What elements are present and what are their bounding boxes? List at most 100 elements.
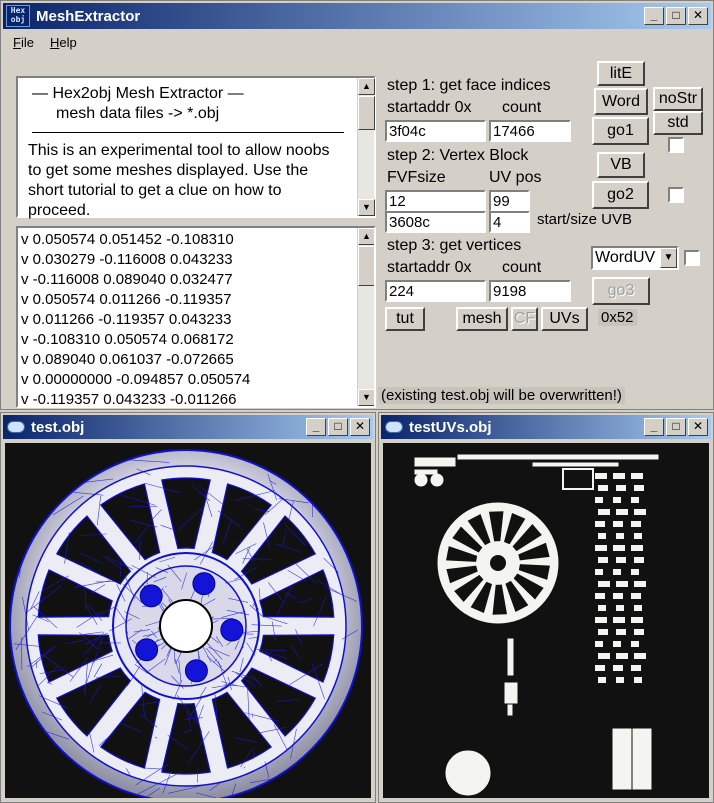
step1-addr-input[interactable]: 3f04c: [385, 120, 486, 142]
vertex-row: v 0.089040 0.061037 -0.072665: [21, 351, 234, 368]
uv-island: [631, 545, 643, 551]
step3-count-label: count: [502, 259, 542, 276]
uv-island: [598, 653, 610, 659]
minimize-button[interactable]: _: [306, 418, 326, 436]
uv-pos-input[interactable]: 99: [489, 190, 530, 212]
lite-button[interactable]: litE: [597, 61, 645, 86]
info-subtitle: mesh data files -> *.obj: [56, 105, 220, 122]
step3-checkbox[interactable]: [684, 250, 700, 266]
go1-button[interactable]: go1: [592, 117, 649, 145]
fvf-size-input[interactable]: 12: [385, 190, 486, 212]
go3-button[interactable]: go3: [592, 277, 650, 305]
vertex-row: v -0.108310 0.050574 0.068172: [21, 331, 234, 348]
uv-viewport[interactable]: [383, 443, 709, 798]
uv-island: [634, 557, 644, 563]
scroll-up-icon[interactable]: ▲: [358, 228, 374, 245]
uv-island: [613, 569, 621, 575]
uv-island: [595, 521, 605, 527]
go2-button[interactable]: go2: [592, 181, 649, 209]
uv-island: [616, 605, 624, 611]
test-uvs-title: testUVs.obj: [409, 418, 492, 436]
uvs-button[interactable]: UVs: [541, 307, 588, 331]
minimize-button[interactable]: _: [644, 7, 664, 25]
maximize-button[interactable]: □: [666, 418, 686, 436]
uv-island: [634, 533, 642, 539]
std-button[interactable]: std: [653, 111, 703, 135]
uv-island: [631, 497, 639, 503]
nostr-button[interactable]: noStr: [653, 87, 703, 111]
scroll-down-icon[interactable]: ▼: [358, 389, 374, 406]
vertex-row: v -0.119357 0.043233 -0.011266: [21, 391, 237, 408]
tut-button[interactable]: tut: [385, 307, 425, 331]
mesh-viewport[interactable]: [5, 443, 371, 803]
maximize-button[interactable]: □: [328, 418, 348, 436]
menu-file[interactable]: File: [13, 35, 34, 50]
uv-island: [634, 629, 644, 635]
uv-island: [613, 497, 621, 503]
info-title: — Hex2obj Mesh Extractor —: [32, 85, 244, 102]
mesh-button[interactable]: mesh: [456, 307, 508, 331]
word-button[interactable]: Word: [594, 88, 648, 115]
vertex-row: v -0.116008 0.089040 0.032477: [21, 271, 233, 288]
vertex-row: v 0.050574 0.051452 -0.108310: [21, 231, 234, 248]
uv-island: [631, 617, 643, 623]
main-titlebar[interactable]: Hex obj MeshExtractor _ □ ✕: [3, 3, 711, 29]
step3-addr-input[interactable]: 224: [385, 280, 486, 302]
uv-island: [613, 521, 623, 527]
vertex-row: v 0.050574 0.011266 -0.119357: [21, 291, 232, 308]
uv-island: [598, 533, 606, 539]
vertex-row: v 0.00000000 -0.094857 0.050574: [21, 371, 251, 388]
chevron-down-icon[interactable]: ▼: [660, 248, 677, 268]
minimize-button[interactable]: _: [644, 418, 664, 436]
step3-count-input[interactable]: 9198: [489, 280, 571, 302]
window-title: MeshExtractor: [36, 7, 141, 25]
uv-island: [613, 641, 621, 647]
close-button[interactable]: ✕: [688, 418, 708, 436]
close-button[interactable]: ✕: [350, 418, 370, 436]
uv-hub: [490, 555, 506, 571]
test-uvs-window: testUVs.obj _ □ ✕: [378, 412, 714, 803]
scroll-thumb[interactable]: [358, 96, 375, 130]
test-uvs-titlebar[interactable]: testUVs.obj _ □ ✕: [381, 415, 711, 439]
app-icon: Hex obj: [6, 5, 30, 27]
info-body: This is an experimental tool to allow no…: [28, 142, 330, 219]
cf-button[interactable]: CF: [511, 307, 538, 331]
uvb-label: start/size UVB: [537, 211, 633, 228]
vertex-scrollbar[interactable]: ▲ ▼: [357, 228, 374, 406]
close-button[interactable]: ✕: [688, 7, 708, 25]
step2-checkbox[interactable]: [668, 187, 684, 203]
bolt-hole: [220, 618, 244, 642]
scroll-down-icon[interactable]: ▼: [358, 199, 375, 216]
uv-island: [631, 569, 639, 575]
menu-bar: File Help: [3, 31, 77, 53]
step1-count-label: count: [502, 99, 542, 116]
info-textbox[interactable]: — Hex2obj Mesh Extractor — mesh data fil…: [16, 76, 376, 219]
step1-addr-label: startaddr 0x: [387, 99, 472, 116]
menu-help[interactable]: Help: [50, 35, 77, 50]
uv-island: [598, 629, 608, 635]
uv-island: [634, 485, 644, 491]
info-scrollbar[interactable]: ▲ ▼: [357, 78, 375, 216]
overwrite-warning: (existing test.obj will be overwritten!): [378, 387, 625, 404]
uvb-size-input[interactable]: 4: [489, 211, 530, 233]
uv-island: [595, 665, 605, 671]
uv-format-select[interactable]: WordUV ▼: [591, 246, 679, 270]
uv-island: [613, 545, 625, 551]
scroll-up-icon[interactable]: ▲: [358, 78, 375, 95]
uv-island: [631, 521, 641, 527]
uv-island: [631, 641, 639, 647]
test-obj-titlebar[interactable]: test.obj _ □ ✕: [3, 415, 373, 439]
step1-checkbox[interactable]: [668, 137, 684, 153]
uv-island: [616, 581, 628, 587]
step2-uv-label: UV pos: [489, 169, 542, 186]
vertex-list[interactable]: v 0.050574 0.051452 -0.108310 v 0.030279 …: [16, 226, 376, 408]
uv-island: [613, 473, 625, 479]
step1-count-input[interactable]: 17466: [489, 120, 571, 142]
uv-island: [616, 629, 626, 635]
vb-button[interactable]: VB: [597, 152, 645, 178]
uv-island: [634, 677, 642, 683]
uvb-start-input[interactable]: 3608c: [385, 211, 486, 233]
uv-island: [616, 485, 626, 491]
maximize-button[interactable]: □: [666, 7, 686, 25]
scroll-thumb[interactable]: [358, 246, 374, 286]
